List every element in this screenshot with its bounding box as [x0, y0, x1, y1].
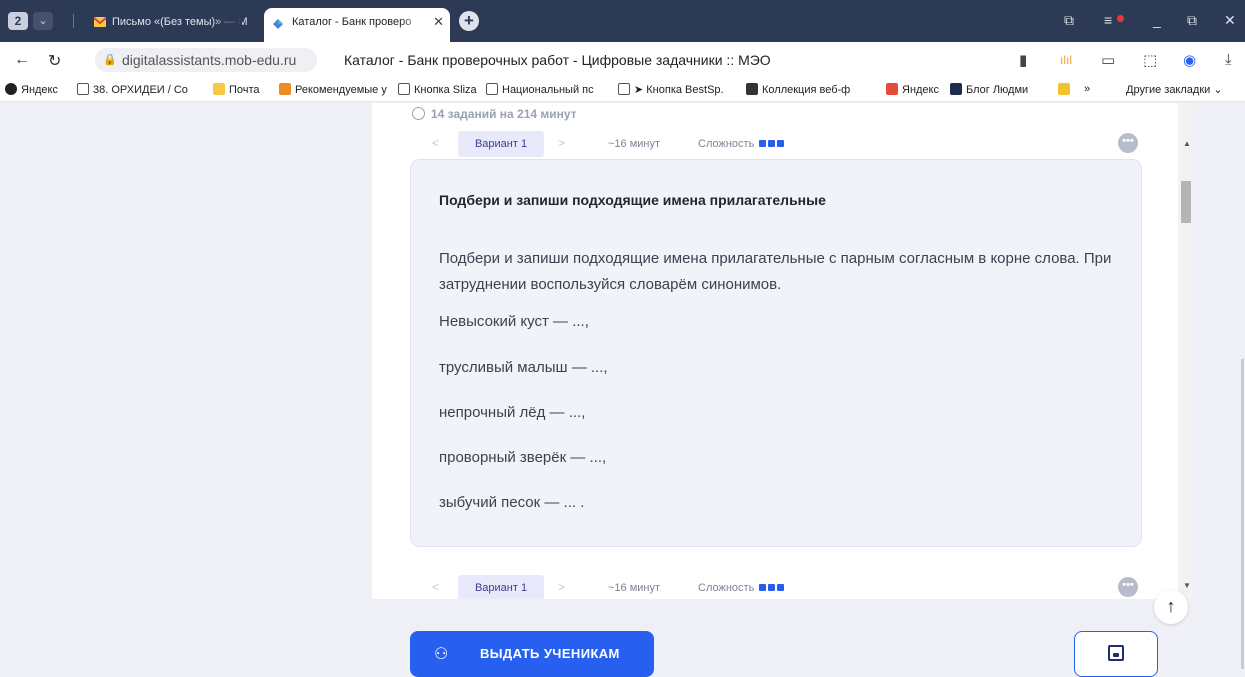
profile-icon[interactable]: ◉ [1183, 51, 1196, 69]
more-bookmarks-button[interactable]: » [1084, 83, 1090, 95]
browser-tab-bar: 2 ⌄ Письмо «(Без темы)» — M Каталог - Ба… [0, 0, 1245, 42]
scroll-up-icon[interactable]: ▲ [1183, 139, 1191, 148]
bookmark-item[interactable]: Яндекс [886, 83, 939, 96]
variant-tab[interactable]: Вариант 1 [458, 575, 544, 601]
clock-icon [412, 107, 425, 120]
mail-icon [94, 17, 106, 27]
tabs-dropdown-button[interactable]: ⌄ [33, 12, 53, 30]
menu-icon[interactable]: ≡ [1104, 12, 1112, 28]
task-list-scrollbar[interactable]: ▲ ▼ [1178, 103, 1194, 599]
page-icon [77, 83, 89, 95]
task-title: Подбери и запиши подходящие имена прилаг… [439, 192, 826, 208]
save-icon [1108, 645, 1124, 661]
address-bar: ← ↻ 🔒 digitalassistants.mob-edu.ru Катал… [0, 42, 1245, 78]
scroll-down-icon[interactable]: ▼ [1183, 581, 1191, 590]
prev-variant-icon[interactable]: < [432, 580, 439, 594]
bookmark-item[interactable]: Почта [213, 83, 260, 96]
tab-fade [400, 8, 430, 42]
assign-to-students-button[interactable]: ⚇ ВЫДАТЬ УЧЕНИКАМ [410, 631, 654, 677]
mail-icon [213, 83, 225, 95]
task-line: трусливый малыш — ..., [439, 359, 608, 376]
page-scrollbar-thumb[interactable] [1241, 359, 1244, 669]
chevron-down-icon: ⌄ [1213, 84, 1223, 96]
task-line: зыбучий песок — ... . [439, 494, 585, 511]
notification-dot [1117, 15, 1124, 22]
tab-counter-button[interactable]: 2 [8, 12, 28, 30]
recommend-icon [279, 83, 291, 95]
battery-icon[interactable]: ▭ [1101, 51, 1115, 69]
assign-label: ВЫДАТЬ УЧЕНИКАМ [480, 646, 620, 661]
bookmark-item[interactable]: 38. ОРХИДЕИ / Со [77, 83, 188, 96]
bookmark-item[interactable]: Коллекция веб-ф [746, 83, 850, 96]
task-line: проворный зверёк — ..., [439, 449, 607, 466]
new-tab-button[interactable]: + [459, 11, 479, 31]
students-icon: ⚇ [434, 646, 449, 663]
bookmark-item[interactable]: Рекомендуемые у [279, 83, 387, 96]
restore-icon[interactable]: ⧉ [1187, 12, 1197, 29]
bookmark-item[interactable]: Национальный пс [486, 83, 594, 96]
bookmark-item[interactable]: Блог Людми [950, 83, 1028, 96]
save-button[interactable] [1074, 631, 1158, 677]
scrollbar-thumb[interactable] [1181, 181, 1191, 223]
close-window-icon[interactable]: ✕ [1224, 12, 1236, 29]
back-to-top-button[interactable]: ↑ [1154, 590, 1188, 624]
more-options-icon[interactable]: ••• [1118, 133, 1138, 153]
task-line: непрочный лёд — ..., [439, 404, 586, 421]
other-bookmarks[interactable]: Другие закладки ⌄ [1126, 83, 1223, 96]
bookmark-item[interactable]: Яндекс [5, 83, 58, 96]
difficulty-square [759, 584, 767, 591]
page-icon [618, 83, 630, 95]
difficulty-square [777, 140, 785, 147]
url-domain[interactable]: digitalassistants.mob-edu.ru [122, 52, 296, 68]
next-variant-icon[interactable]: > [558, 136, 565, 150]
reload-icon[interactable]: ↻ [48, 51, 61, 71]
task-text: Подбери и запиши подходящие имена прилаг… [439, 250, 1112, 293]
task-line: Невысокий куст — ..., [439, 313, 589, 330]
catalog-icon [273, 19, 283, 29]
bookmarks-bar: Яндекс 38. ОРХИДЕИ / Со Почта Рекомендуе… [0, 78, 1245, 102]
close-tab-icon[interactable]: ✕ [433, 8, 444, 36]
download-icon[interactable]: ⤓ [1225, 51, 1232, 68]
yandex-icon [886, 83, 898, 95]
page-viewport: 14 заданий на 214 минут < Вариант 1 > ~1… [0, 103, 1245, 671]
bookmark-item[interactable]: Кнопка Sliza [398, 83, 477, 96]
task-summary: 14 заданий на 214 минут [412, 107, 577, 121]
bookmark-item[interactable] [1058, 83, 1074, 96]
yandex-icon [5, 83, 17, 95]
difficulty-square [759, 140, 767, 147]
task-card: Подбери и запиши подходящие имена прилаг… [410, 159, 1142, 547]
difficulty: Сложность [698, 582, 785, 594]
task-time: ~16 минут [608, 138, 661, 150]
task-time: ~16 минут [608, 582, 661, 594]
more-options-icon[interactable]: ••• [1118, 577, 1138, 597]
page-title: Каталог - Банк проверочных работ - Цифро… [344, 52, 771, 68]
blog-icon [950, 83, 962, 95]
tab-catalog-title: Каталог - Банк проверо [292, 16, 412, 28]
tab-catalog[interactable]: Каталог - Банк проверо ✕ [264, 8, 450, 42]
tab-separator [73, 14, 74, 28]
next-variant-icon[interactable]: > [558, 580, 565, 594]
sound-icon[interactable]: ılıl [1060, 53, 1072, 67]
tab-fade [212, 8, 242, 36]
page-icon [398, 83, 410, 95]
bookmark-icon[interactable]: ▮ [1019, 51, 1027, 69]
collection-icon [746, 83, 758, 95]
difficulty-square [768, 140, 776, 147]
tab-mail[interactable]: Письмо «(Без темы)» — M [86, 8, 262, 36]
task-list: 14 заданий на 214 минут < Вариант 1 > ~1… [372, 103, 1178, 671]
page-icon [486, 83, 498, 95]
collections-icon[interactable]: ⧉ [1064, 12, 1074, 29]
difficulty-square [777, 584, 785, 591]
back-arrow-icon[interactable]: ← [14, 51, 30, 69]
minimize-icon[interactable]: _ [1153, 12, 1161, 28]
prev-variant-icon[interactable]: < [432, 136, 439, 150]
bookmark-item[interactable]: ➤ Кнопка BestSp. [618, 83, 724, 96]
difficulty-square [768, 584, 776, 591]
lock-icon[interactable]: 🔒 [103, 53, 117, 66]
extension-icon[interactable]: ⬚ [1143, 51, 1157, 69]
difficulty: Сложность [698, 138, 785, 150]
variant-tab[interactable]: Вариант 1 [458, 131, 544, 157]
bookmark-folder-icon [1058, 83, 1070, 95]
task-meta: < Вариант 1 > ~16 минут Сложность ••• [412, 131, 1142, 159]
